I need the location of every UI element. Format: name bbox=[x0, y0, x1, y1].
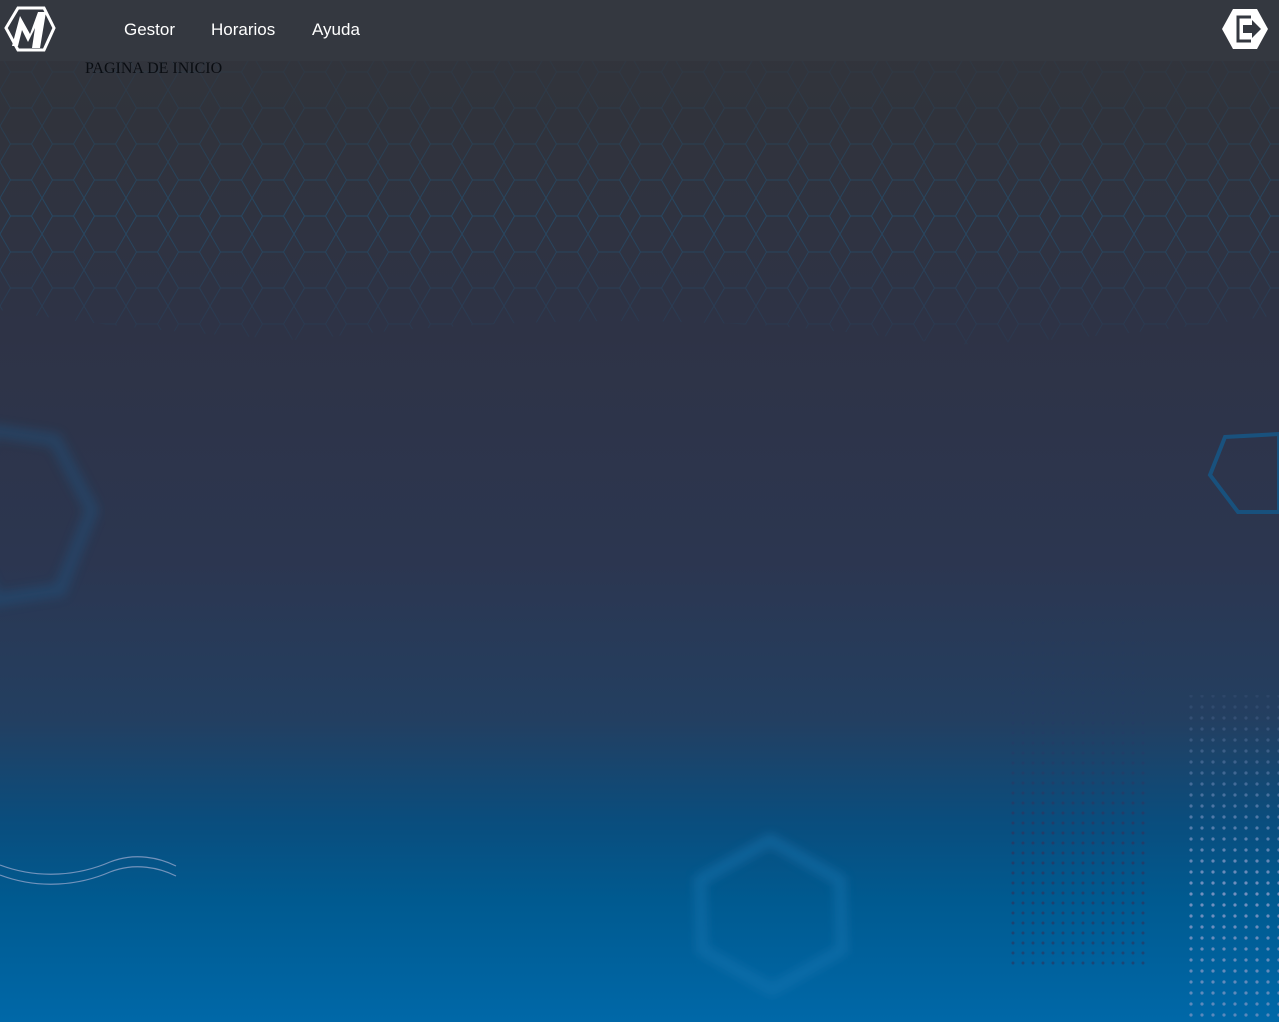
background-decoration bbox=[0, 60, 1279, 1022]
logout-icon[interactable] bbox=[1221, 7, 1269, 51]
nav-link-ayuda[interactable]: Ayuda bbox=[312, 20, 360, 40]
nav-link-horarios[interactable]: Horarios bbox=[211, 20, 275, 40]
m-logo-icon[interactable] bbox=[4, 4, 56, 54]
nav-link-gestor[interactable]: Gestor bbox=[124, 20, 175, 40]
page-title: PAGINA DE INICIO bbox=[85, 60, 223, 77]
top-navbar: Gestor Horarios Ayuda bbox=[0, 0, 1279, 61]
